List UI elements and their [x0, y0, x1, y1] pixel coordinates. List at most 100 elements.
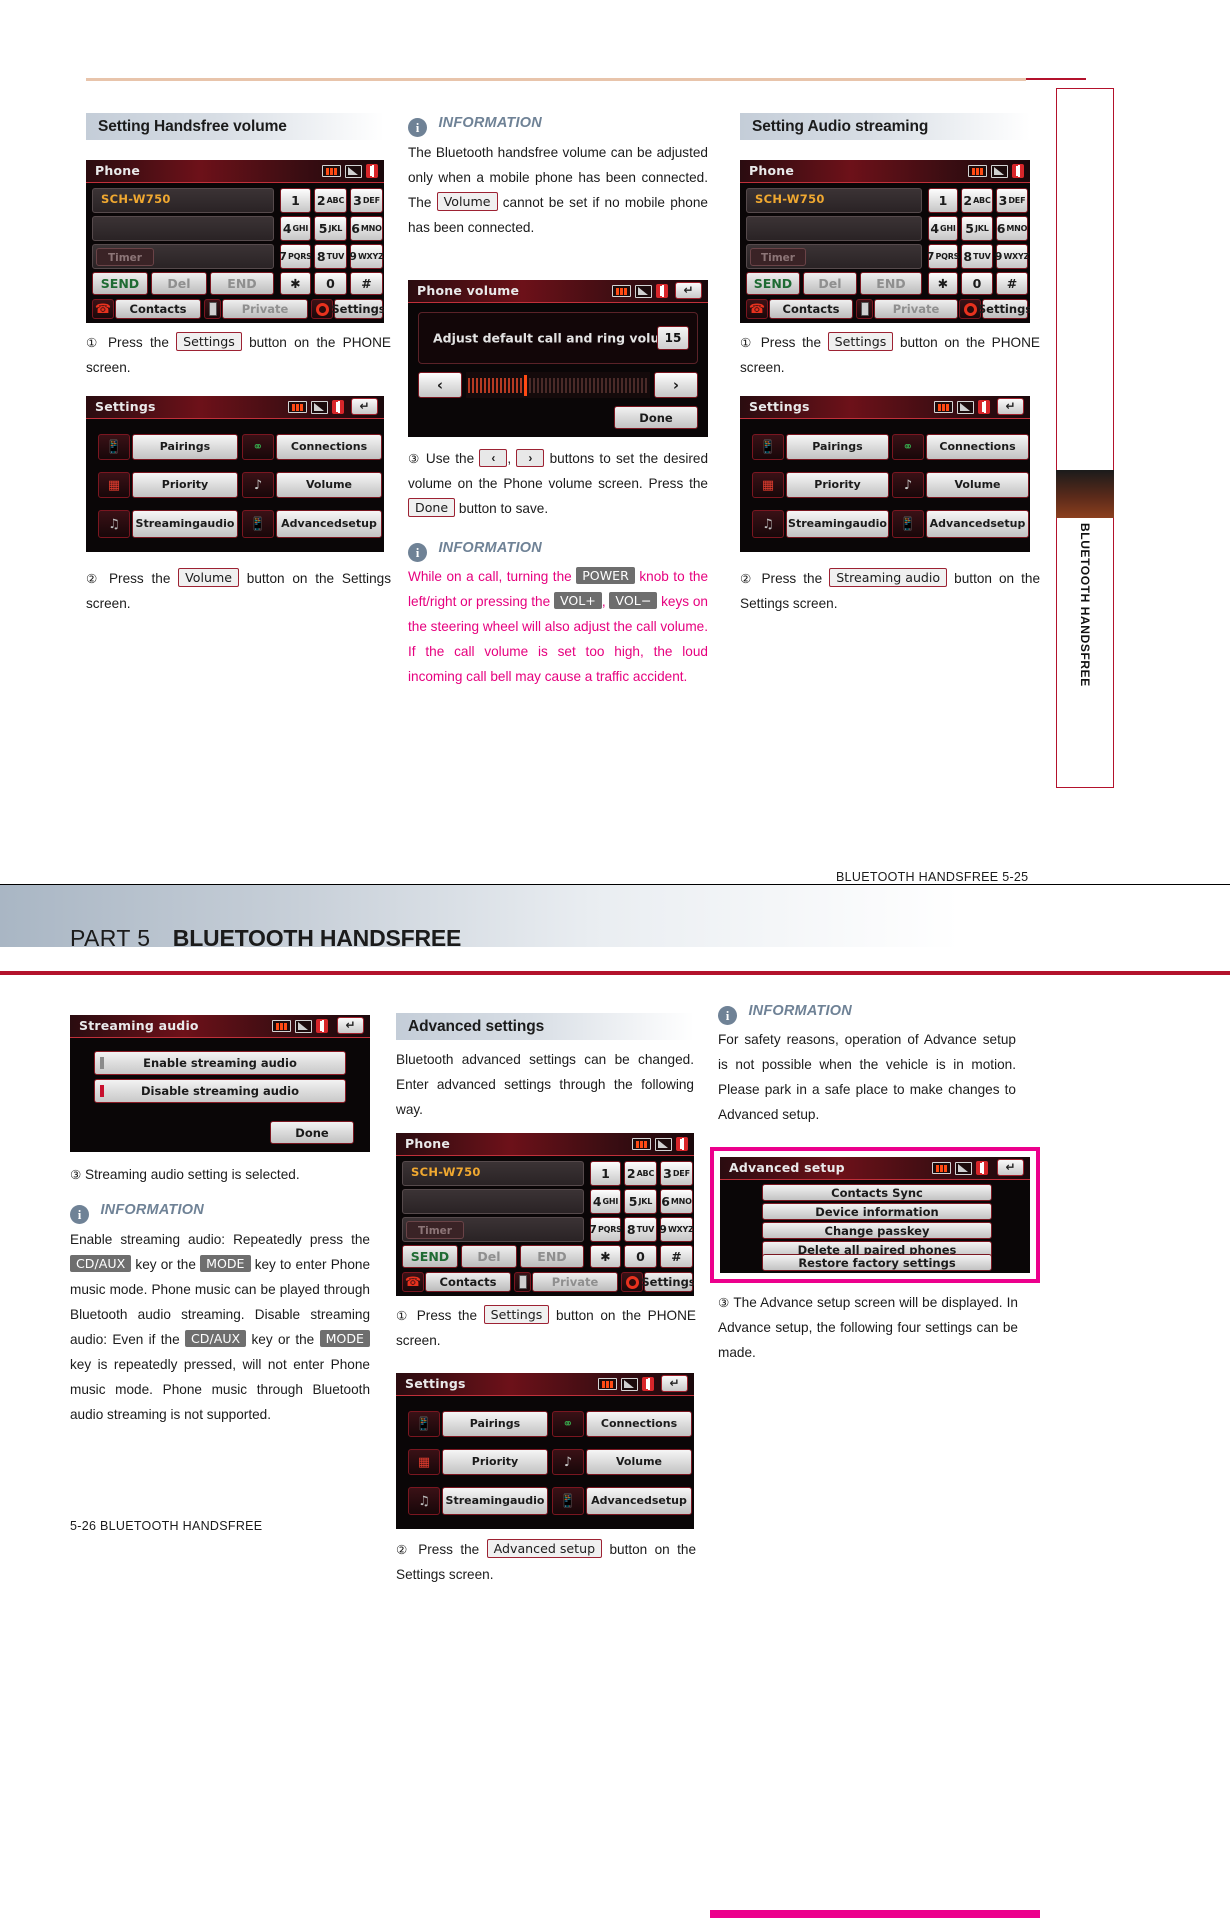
- tile-connections[interactable]: Connections: [926, 434, 1029, 460]
- key-9[interactable]: 9 WXYZ: [659, 1217, 694, 1242]
- number-field[interactable]: [402, 1189, 584, 1214]
- contacts-button[interactable]: Contacts: [769, 299, 853, 319]
- chip-settings[interactable]: Settings: [827, 332, 894, 351]
- number-field[interactable]: [746, 216, 922, 241]
- chip-advanced-setup[interactable]: Advanced setup: [486, 1539, 603, 1558]
- key-7[interactable]: 7 PQRS: [927, 244, 959, 269]
- volume-decrease-button[interactable]: ‹: [418, 372, 462, 398]
- key-3[interactable]: 3 DEF: [996, 188, 1028, 213]
- end-button[interactable]: END: [520, 1245, 584, 1268]
- tile-advanced-setup[interactable]: Advanced setup: [586, 1487, 692, 1515]
- key-8[interactable]: 8 TUV: [961, 244, 993, 269]
- done-button[interactable]: Done: [270, 1121, 354, 1144]
- key-8[interactable]: 8 TUV: [624, 1217, 657, 1242]
- key-6[interactable]: 6 MNO: [350, 216, 383, 241]
- end-button[interactable]: END: [860, 272, 922, 295]
- key-1[interactable]: 1: [590, 1161, 621, 1186]
- tile-volume[interactable]: Volume: [586, 1449, 692, 1475]
- del-button[interactable]: Del: [151, 272, 207, 295]
- private-button[interactable]: Private: [222, 299, 308, 319]
- chip-mode[interactable]: MODE: [200, 1255, 251, 1272]
- del-button[interactable]: Del: [461, 1245, 517, 1268]
- chip-settings[interactable]: Settings: [483, 1305, 550, 1324]
- key-5[interactable]: 5 JKL: [314, 216, 347, 241]
- tile-pairings[interactable]: Pairings: [786, 434, 889, 460]
- volume-bargraph[interactable]: [466, 372, 650, 398]
- key-8[interactable]: 8 TUV: [314, 244, 347, 269]
- settings-button[interactable]: Settings: [641, 1272, 694, 1292]
- tile-volume[interactable]: Volume: [276, 472, 382, 498]
- row-device-information[interactable]: Device information: [762, 1203, 992, 1220]
- tile-connections[interactable]: Connections: [586, 1411, 692, 1437]
- key-4[interactable]: 4 GHI: [280, 216, 311, 241]
- chip-volume[interactable]: Volume: [436, 192, 498, 211]
- back-icon[interactable]: ↵: [351, 398, 378, 415]
- chip-cdaux[interactable]: CD/AUX: [184, 1330, 247, 1347]
- settings-button[interactable]: Settings: [978, 299, 1030, 319]
- tile-advanced-setup[interactable]: Advanced setup: [276, 510, 382, 538]
- back-icon[interactable]: ↵: [337, 1017, 364, 1034]
- del-button[interactable]: Del: [803, 272, 857, 295]
- tile-streaming-audio[interactable]: Streaming audio: [132, 510, 238, 538]
- end-button[interactable]: END: [210, 272, 274, 295]
- private-button[interactable]: Private: [532, 1272, 618, 1292]
- key-3[interactable]: 3 DEF: [350, 188, 383, 213]
- back-icon[interactable]: ↵: [661, 1375, 688, 1392]
- tile-streaming-audio[interactable]: Streaming audio: [442, 1487, 548, 1515]
- key-hash[interactable]: #: [350, 272, 383, 295]
- key-1[interactable]: 1: [280, 188, 311, 213]
- key-9[interactable]: 9 WXYZ: [995, 244, 1029, 269]
- send-button[interactable]: SEND: [402, 1245, 458, 1268]
- chip-vol-down[interactable]: VOL−: [609, 592, 658, 609]
- chip-done[interactable]: Done: [408, 498, 456, 517]
- chip-power[interactable]: POWER: [576, 567, 635, 584]
- key-0[interactable]: 0: [961, 272, 993, 295]
- key-5[interactable]: 5 JKL: [624, 1189, 657, 1214]
- tile-priority[interactable]: Priority: [442, 1449, 548, 1475]
- tile-priority[interactable]: Priority: [132, 472, 238, 498]
- key-star[interactable]: ✱: [590, 1245, 621, 1268]
- chip-cdaux[interactable]: CD/AUX: [70, 1255, 132, 1272]
- key-1[interactable]: 1: [928, 188, 958, 213]
- key-6[interactable]: 6 MNO: [996, 216, 1028, 241]
- key-star[interactable]: ✱: [280, 272, 311, 295]
- contacts-button[interactable]: Contacts: [425, 1272, 511, 1292]
- key-2[interactable]: 2 ABC: [314, 188, 347, 213]
- done-button[interactable]: Done: [614, 406, 698, 429]
- back-icon[interactable]: ↵: [675, 282, 702, 299]
- key-0[interactable]: 0: [624, 1245, 657, 1268]
- tile-pairings[interactable]: Pairings: [442, 1411, 548, 1437]
- key-2[interactable]: 2 ABC: [961, 188, 993, 213]
- tile-connections[interactable]: Connections: [276, 434, 382, 460]
- tile-pairings[interactable]: Pairings: [132, 434, 238, 460]
- key-4[interactable]: 4 GHI: [590, 1189, 621, 1214]
- disable-streaming-audio-row[interactable]: Disable streaming audio: [94, 1079, 346, 1103]
- chip-mode[interactable]: MODE: [319, 1330, 370, 1347]
- chip-settings[interactable]: Settings: [176, 332, 242, 351]
- key-6[interactable]: 6 MNO: [660, 1189, 693, 1214]
- key-hash[interactable]: #: [996, 272, 1028, 295]
- key-hash[interactable]: #: [660, 1245, 693, 1268]
- tile-streaming-audio[interactable]: Streaming audio: [786, 510, 889, 538]
- tile-volume[interactable]: Volume: [926, 472, 1029, 498]
- key-2[interactable]: 2 ABC: [624, 1161, 657, 1186]
- chip-left-arrow[interactable]: ‹: [479, 449, 508, 467]
- chip-volume[interactable]: Volume: [178, 568, 239, 587]
- key-3[interactable]: 3 DEF: [660, 1161, 693, 1186]
- row-contacts-sync[interactable]: Contacts Sync: [762, 1184, 992, 1201]
- key-5[interactable]: 5 JKL: [961, 216, 993, 241]
- key-7[interactable]: 7 PQRS: [279, 244, 312, 269]
- chip-streaming-audio[interactable]: Streaming audio: [829, 568, 948, 587]
- back-icon[interactable]: ↵: [997, 398, 1024, 415]
- key-4[interactable]: 4 GHI: [928, 216, 958, 241]
- send-button[interactable]: SEND: [92, 272, 148, 295]
- send-button[interactable]: SEND: [746, 272, 800, 295]
- back-icon[interactable]: ↵: [997, 1159, 1024, 1176]
- private-button[interactable]: Private: [874, 299, 958, 319]
- row-change-passkey[interactable]: Change passkey: [762, 1222, 992, 1239]
- enable-streaming-audio-row[interactable]: Enable streaming audio: [94, 1051, 346, 1075]
- chip-right-arrow[interactable]: ›: [516, 449, 545, 467]
- key-star[interactable]: ✱: [928, 272, 958, 295]
- contacts-button[interactable]: Contacts: [115, 299, 201, 319]
- chip-vol-up[interactable]: VOL+: [553, 592, 602, 609]
